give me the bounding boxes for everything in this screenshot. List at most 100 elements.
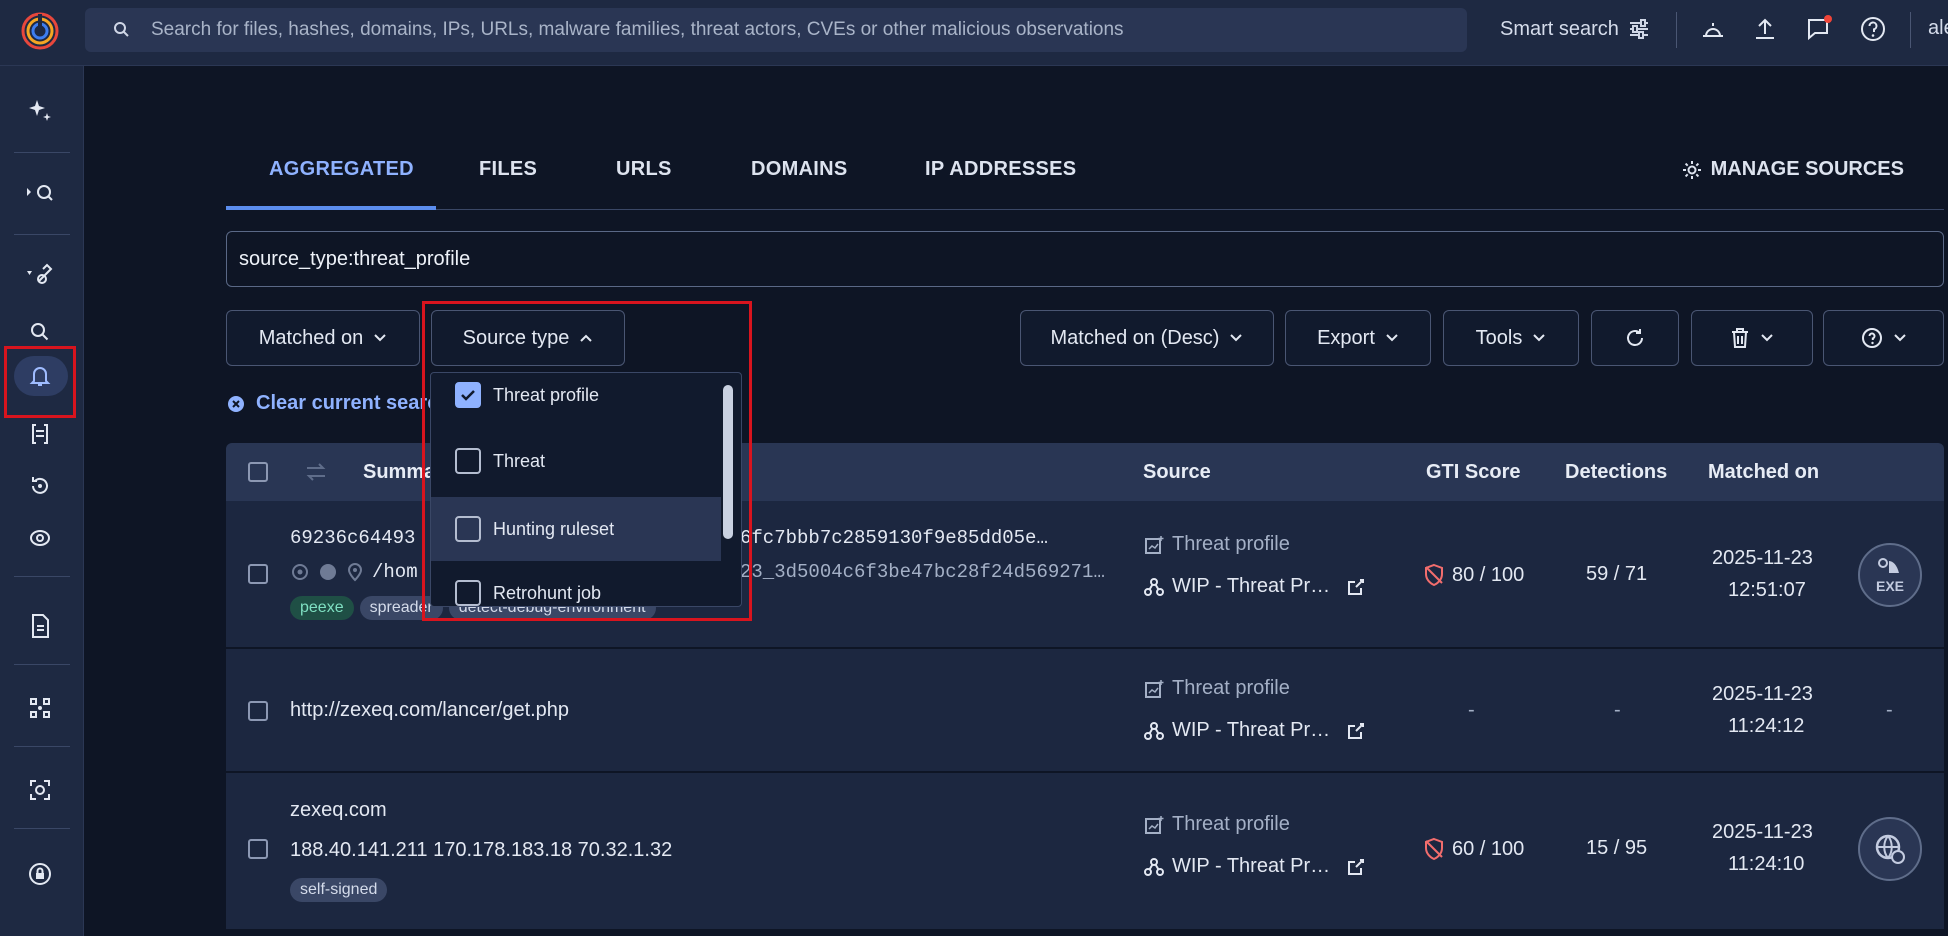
- external-link-icon[interactable]: [1346, 577, 1366, 597]
- network-icon: [1144, 857, 1164, 876]
- scan-icon[interactable]: [20, 770, 60, 810]
- query-input[interactable]: source_type:threat_profile: [226, 231, 1944, 287]
- help-icon: [1861, 328, 1882, 348]
- retrohunt-icon[interactable]: [20, 466, 60, 506]
- active-tab-indicator: [226, 206, 436, 210]
- export-button[interactable]: Export: [1285, 310, 1431, 366]
- detections: 59 / 71: [1586, 563, 1648, 585]
- manage-sources-label: MANAGE SOURCES: [1710, 158, 1904, 180]
- hunting-icon[interactable]: [1698, 14, 1728, 44]
- rail-highlight-box: [4, 346, 76, 418]
- dropdown-scrollbar[interactable]: [723, 385, 733, 539]
- source-name[interactable]: WIP - Threat Pr…: [1144, 855, 1366, 878]
- chevron-down-icon: [374, 334, 386, 342]
- threat-intel-icon[interactable]: [20, 172, 60, 212]
- resolved-ips: 188.40.141.211 170.178.183.18 70.32.1.32: [290, 839, 673, 861]
- tools-button[interactable]: Tools: [1443, 310, 1579, 366]
- app-logo-icon[interactable]: [18, 9, 62, 53]
- source-tabs: AGGREGATED FILES URLS DOMAINS IP ADDRESS…: [226, 150, 1944, 210]
- file-meta: /hom: [290, 561, 418, 583]
- matched-date: 2025-11-23: [1712, 547, 1813, 569]
- manage-sources-button[interactable]: MANAGE SOURCES: [1681, 158, 1904, 181]
- smart-search-button[interactable]: Smart search: [1500, 17, 1651, 41]
- delete-button[interactable]: [1691, 310, 1813, 366]
- dropdown-option-threat-profile[interactable]: Threat profile: [431, 373, 721, 425]
- select-all-checkbox[interactable]: [248, 462, 268, 482]
- notifications-icon[interactable]: [1804, 14, 1834, 44]
- tab-files[interactable]: FILES: [479, 158, 537, 181]
- source-type: Threat profile: [1144, 677, 1290, 700]
- shield-alert-icon: [1425, 563, 1443, 587]
- source-type-dropdown: Threat profile Threat Hunting ruleset Re…: [430, 372, 742, 607]
- help-menu-button[interactable]: [1823, 310, 1944, 366]
- checkbox[interactable]: [455, 580, 481, 606]
- gear-icon: [1682, 160, 1701, 179]
- source-name[interactable]: WIP - Threat Pr…: [1144, 575, 1366, 598]
- checkbox[interactable]: [455, 448, 481, 474]
- row-checkbox[interactable]: [248, 701, 268, 721]
- file-hash[interactable]: 69236c64493: [290, 527, 415, 549]
- tab-aggregated[interactable]: AGGREGATED: [269, 158, 414, 181]
- help-icon[interactable]: [1858, 14, 1888, 44]
- network-icon: [1144, 721, 1164, 740]
- exe-file-type-icon: EXE: [1858, 543, 1922, 607]
- lock-icon[interactable]: [20, 854, 60, 894]
- chevron-down-icon: [1533, 334, 1546, 342]
- swap-icon[interactable]: [304, 461, 328, 483]
- ruleset-icon[interactable]: [20, 414, 60, 454]
- left-rail: [0, 66, 84, 936]
- domain-value[interactable]: zexeq.com: [290, 799, 387, 822]
- option-label: Threat profile: [493, 384, 600, 405]
- rail-divider: [14, 576, 70, 577]
- file-path: /hom: [372, 561, 418, 583]
- tab-domains[interactable]: DOMAINS: [751, 158, 848, 181]
- matched-time: 11:24:12: [1728, 715, 1805, 737]
- refresh-button[interactable]: [1591, 310, 1679, 366]
- gti-score-value: 80 / 100: [1452, 563, 1525, 586]
- dropdown-option-threat[interactable]: Threat: [431, 431, 721, 491]
- ai-sparkle-icon[interactable]: [20, 90, 60, 130]
- row-checkbox[interactable]: [248, 839, 268, 859]
- graph-icon[interactable]: [20, 688, 60, 728]
- row-checkbox[interactable]: [248, 564, 268, 584]
- source-name[interactable]: WIP - Threat Pr…: [1144, 719, 1366, 742]
- file-hash-tail: 6fc7bbb7c2859130f9e85dd05e…: [740, 527, 1048, 549]
- gti-score-value: 60 / 100: [1452, 837, 1525, 860]
- file-path-tail: 23_3d5004c6f3be47bc28f24d569271…: [740, 561, 1105, 583]
- global-search[interactable]: [85, 8, 1467, 52]
- tab-urls[interactable]: URLS: [616, 158, 672, 181]
- url-value[interactable]: http://zexeq.com/lancer/get.php: [290, 699, 569, 722]
- upload-icon[interactable]: [1750, 14, 1780, 44]
- sort-button[interactable]: Matched on (Desc): [1020, 310, 1274, 366]
- tag[interactable]: peexe: [290, 596, 354, 620]
- dropdown-option-hunting-ruleset[interactable]: Hunting ruleset: [431, 497, 721, 561]
- user-menu[interactable]: ale: [1928, 17, 1948, 40]
- rail-divider: [14, 828, 70, 829]
- checkbox-checked[interactable]: [455, 382, 481, 408]
- reports-icon[interactable]: [20, 606, 60, 646]
- rail-divider: [14, 746, 70, 747]
- livehunt-icon[interactable]: [20, 518, 60, 558]
- table-row[interactable]: zexeq.com 188.40.141.211 170.178.183.18 …: [226, 773, 1944, 931]
- network-icon: [1144, 577, 1164, 596]
- search-input[interactable]: [151, 19, 1451, 41]
- detections: -: [1614, 699, 1621, 721]
- location-icon: [347, 563, 363, 582]
- sort-label: Matched on (Desc): [1050, 326, 1220, 349]
- chevron-down-icon: [1761, 334, 1773, 342]
- tag[interactable]: self-signed: [290, 878, 388, 902]
- hunting-menu-icon[interactable]: [20, 254, 60, 294]
- source-type-filter-button[interactable]: Source type: [431, 310, 625, 366]
- matched-date: 2025-11-23: [1712, 821, 1813, 843]
- dropdown-option-retrohunt-job[interactable]: Retrohunt job: [431, 563, 721, 606]
- external-link-icon[interactable]: [1346, 721, 1366, 741]
- table-row[interactable]: http://zexeq.com/lancer/get.php Threat p…: [226, 649, 1944, 773]
- clear-search-link[interactable]: Clear current search: [226, 392, 451, 415]
- external-link-icon[interactable]: [1346, 857, 1366, 877]
- source-type-text: Threat profile: [1172, 677, 1290, 699]
- close-circle-icon: [228, 395, 244, 412]
- source-header: Source: [1143, 461, 1211, 483]
- matched-on-filter-button[interactable]: Matched on: [226, 310, 420, 366]
- tab-ip-addresses[interactable]: IP ADDRESSES: [925, 158, 1076, 181]
- checkbox[interactable]: [455, 516, 481, 542]
